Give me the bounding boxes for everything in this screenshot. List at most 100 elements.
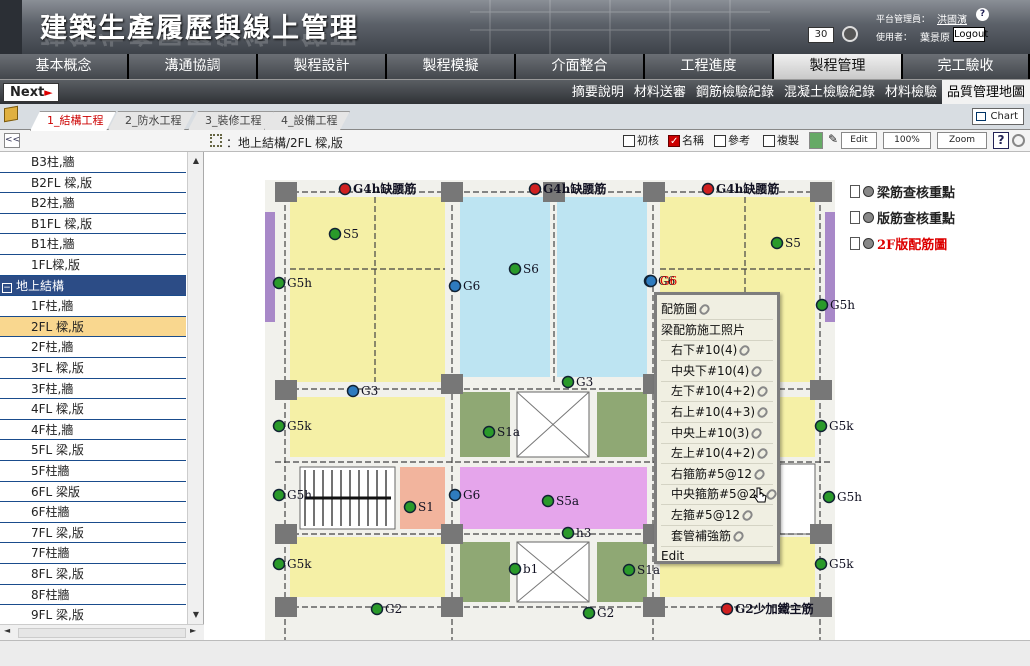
- check-initial-review[interactable]: 初核: [623, 133, 659, 149]
- popup-edit-item[interactable]: Edit: [661, 546, 684, 567]
- sidebar-item[interactable]: 6F柱牆: [0, 502, 186, 523]
- collapse-icon[interactable]: −: [2, 282, 12, 293]
- sub-nav-link-3[interactable]: 混凝土檢驗紀錄: [779, 80, 880, 105]
- sidebar-item[interactable]: 6FL 梁版: [0, 481, 186, 503]
- next-button[interactable]: Next►: [3, 83, 59, 102]
- plan-marker[interactable]: G5k: [272, 419, 313, 433]
- sub-nav-link-4[interactable]: 材料檢驗: [880, 80, 942, 105]
- marker-dot-icon[interactable]: [272, 419, 286, 433]
- sidebar-item[interactable]: 4F柱,牆: [0, 419, 186, 441]
- checkbox-initial[interactable]: [623, 135, 635, 147]
- plan-marker[interactable]: G5k: [272, 557, 313, 571]
- pencil-icon[interactable]: ✎: [827, 132, 839, 149]
- sidebar-vertical-scrollbar[interactable]: ▲ ▼: [187, 152, 203, 624]
- marker-dot-icon[interactable]: [528, 182, 542, 196]
- project-tab-2[interactable]: 3_裝修工程: [188, 111, 274, 130]
- scroll-left-icon[interactable]: ◄: [4, 626, 10, 635]
- collapse-sidebar-button[interactable]: <<: [4, 133, 20, 148]
- check-name[interactable]: 名稱: [668, 133, 704, 150]
- legend-item[interactable]: 2F版配筋圖: [850, 234, 947, 253]
- sub-nav-link-2[interactable]: 鋼筋檢驗紀錄: [691, 80, 779, 105]
- marker-dot-icon[interactable]: [508, 262, 522, 276]
- image-icon[interactable]: [809, 132, 823, 149]
- project-tab-3[interactable]: 4_設備工程: [264, 111, 350, 130]
- sidebar-item[interactable]: 9FL 梁,版: [0, 605, 186, 626]
- admin-name-link[interactable]: 洪國濱: [937, 11, 967, 26]
- legend-item[interactable]: 版筋查核重點: [850, 208, 955, 227]
- marker-dot-icon[interactable]: [338, 182, 352, 196]
- edit-button[interactable]: Edit: [841, 132, 877, 149]
- popup-menu-item[interactable]: 左上#10(4+2): [671, 443, 770, 464]
- scroll-up-icon[interactable]: ▲: [189, 154, 203, 168]
- scrollbar-thumb[interactable]: [18, 628, 186, 638]
- popup-menu-item[interactable]: 中央下#10(4): [671, 361, 764, 382]
- marker-dot-icon[interactable]: [370, 602, 384, 616]
- sidebar-item[interactable]: B2柱,牆: [0, 193, 186, 214]
- marker-dot-icon[interactable]: [701, 182, 715, 196]
- plan-marker[interactable]: b1: [508, 562, 539, 576]
- marker-dot-icon[interactable]: [644, 274, 658, 288]
- plan-marker[interactable]: G3: [346, 384, 379, 398]
- marker-dot-icon[interactable]: [541, 494, 555, 508]
- plan-marker[interactable]: G5h: [272, 488, 313, 502]
- plan-marker[interactable]: G5k: [814, 557, 855, 571]
- plan-marker[interactable]: G6: [448, 279, 481, 293]
- sidebar-item[interactable]: 5FL 梁,版: [0, 440, 186, 461]
- marker-dot-icon[interactable]: [448, 279, 462, 293]
- main-tab-0[interactable]: 基本概念: [0, 54, 129, 79]
- clock-icon[interactable]: [842, 26, 858, 42]
- marker-dot-icon[interactable]: [272, 276, 286, 290]
- marker-dot-icon[interactable]: [272, 488, 286, 502]
- sidebar-item[interactable]: 3FL 樑,版: [0, 358, 186, 379]
- marker-dot-icon[interactable]: [448, 488, 462, 502]
- plan-marker[interactable]: G5h: [815, 298, 856, 312]
- marker-dot-icon[interactable]: [814, 419, 828, 433]
- marker-dot-icon[interactable]: [272, 557, 286, 571]
- plan-marker[interactable]: G5h: [822, 490, 863, 504]
- plan-marker[interactable]: S1a: [482, 425, 521, 439]
- sub-nav-link-0[interactable]: 摘要說明: [567, 80, 629, 105]
- sidebar-item[interactable]: 5F柱牆: [0, 461, 186, 482]
- marker-dot-icon[interactable]: [814, 557, 828, 571]
- popup-menu-item[interactable]: 右上#10(4+3): [671, 402, 770, 423]
- plan-marker[interactable]: S1a: [622, 563, 661, 577]
- checkbox-copy[interactable]: [763, 135, 775, 147]
- sidebar-item[interactable]: B1FL 樑,版: [0, 213, 186, 235]
- popup-menu-item[interactable]: 梁配筋施工照片: [661, 320, 745, 341]
- check-copy[interactable]: 複製: [763, 133, 799, 149]
- marker-dot-icon[interactable]: [822, 490, 836, 504]
- sidebar-group[interactable]: − 地上結構: [0, 275, 186, 297]
- popup-menu-item[interactable]: 左下#10(4+2): [671, 381, 770, 402]
- marker-dot-icon[interactable]: [508, 562, 522, 576]
- zoom-percent-button[interactable]: 100%: [883, 132, 931, 149]
- marker-dot-icon[interactable]: [815, 298, 829, 312]
- zoom-level-field[interactable]: 30: [808, 27, 834, 43]
- main-tab-3[interactable]: 製程模擬: [387, 54, 516, 79]
- popup-menu-item[interactable]: 右下#10(4): [671, 340, 752, 361]
- sidebar-item[interactable]: 7FL 梁,版: [0, 522, 186, 544]
- marker-dot-icon[interactable]: [561, 526, 575, 540]
- checkbox-reference[interactable]: [714, 135, 726, 147]
- marker-dot-icon[interactable]: [328, 227, 342, 241]
- chart-button[interactable]: Chart: [972, 108, 1024, 125]
- main-tab-5[interactable]: 工程進度: [645, 54, 774, 79]
- sidebar-item[interactable]: 8FL 梁,版: [0, 564, 186, 585]
- popup-menu-item[interactable]: 左箍#5@12: [671, 505, 755, 526]
- check-reference[interactable]: 參考: [714, 133, 750, 149]
- marker-dot-icon[interactable]: [482, 425, 496, 439]
- scroll-down-icon[interactable]: ▼: [189, 608, 203, 622]
- marker-dot-icon[interactable]: [622, 563, 636, 577]
- main-tab-2[interactable]: 製程設計: [258, 54, 387, 79]
- plan-marker[interactable]: G2: [582, 606, 615, 620]
- floor-plan-canvas[interactable]: G4h缺腰筋 G4h缺腰筋 G4h缺腰筋 S5 S5 S6 G5h G6 G6 G5h G3 G3 G5…: [205, 152, 1030, 640]
- marker-dot-icon[interactable]: [770, 236, 784, 250]
- plan-marker[interactable]: G5k: [814, 419, 855, 433]
- plan-marker[interactable]: G5h: [272, 276, 313, 290]
- marker-dot-icon[interactable]: [582, 606, 596, 620]
- popup-menu-item[interactable]: 中央上#10(3): [671, 423, 764, 444]
- marker-dot-icon[interactable]: [561, 375, 575, 389]
- sidebar-item[interactable]: B1柱,牆: [0, 234, 186, 255]
- plan-marker[interactable]: G3: [561, 375, 594, 389]
- plan-marker[interactable]: S5: [770, 236, 801, 250]
- plan-marker[interactable]: h3: [561, 526, 592, 540]
